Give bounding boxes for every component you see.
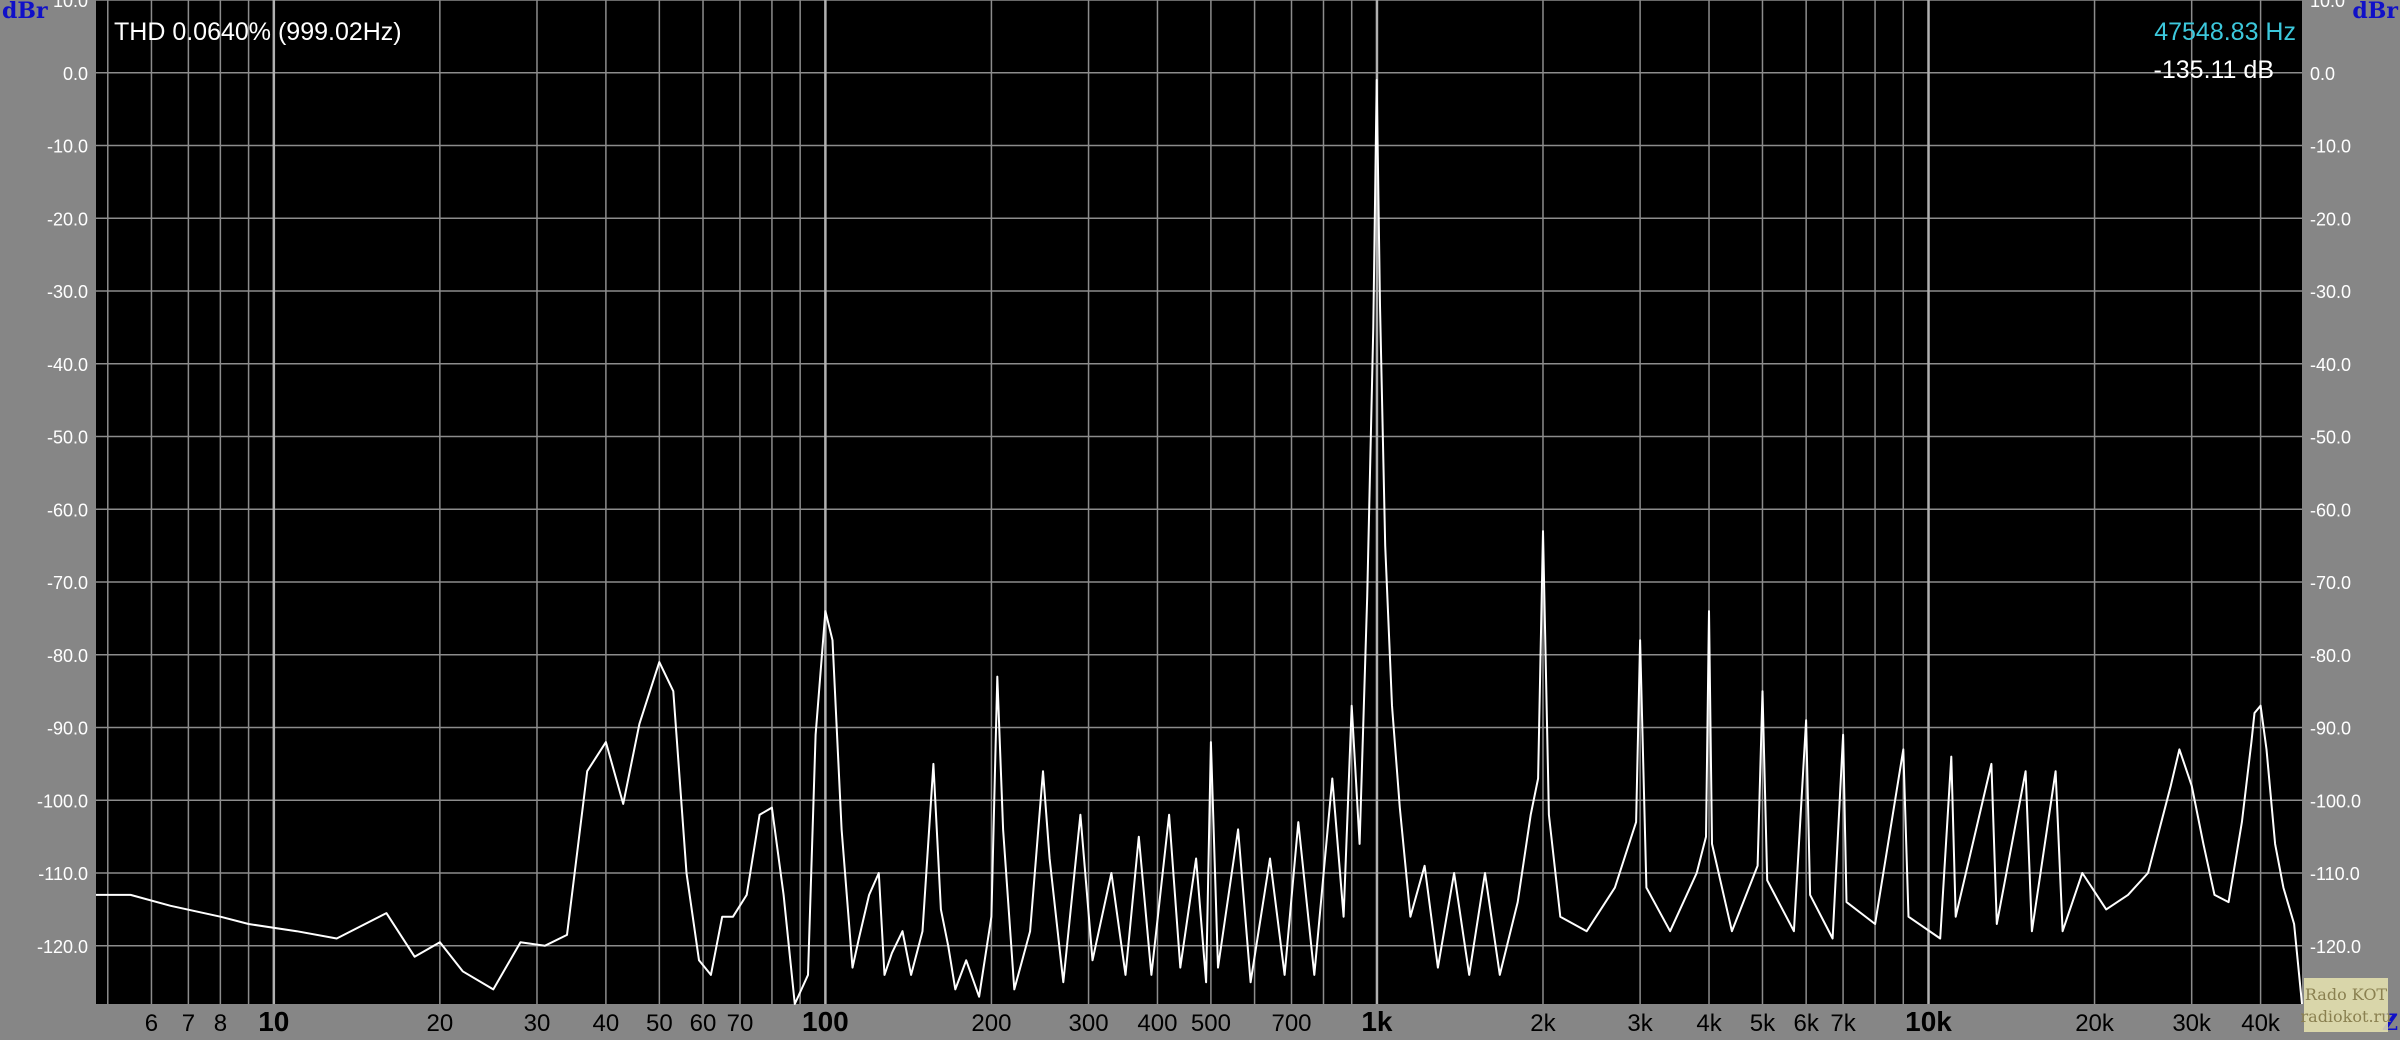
x-tick-24: 20k <box>2075 1010 2115 1037</box>
y-tick-left-13: -120.0 <box>37 937 88 957</box>
x-tick-16: 1k <box>1361 1006 1393 1037</box>
y-tick-left-0: 10.0 <box>53 0 88 11</box>
y-tick-left-1: 0.0 <box>63 64 88 84</box>
x-tick-20: 5k <box>1750 1010 1776 1037</box>
spectrum-analyzer-chart: 10.0 10.0 0.0 0.0 -10.0 -10.0 -20.0 -20.0 -30.0 -… <box>0 0 2400 1040</box>
y-tick-right-4: -30.0 <box>2310 282 2351 302</box>
y-tick-right-1: 0.0 <box>2310 64 2335 84</box>
y-axis-unit-left: dBr <box>2 0 48 24</box>
y-tick-right-9: -80.0 <box>2310 646 2351 666</box>
y-tick-left-7: -60.0 <box>47 500 88 520</box>
radiokot-watermark-logo: Rado KOT radiokot.ru <box>2301 978 2392 1032</box>
y-tick-right-11: -100.0 <box>2310 791 2361 811</box>
y-tick-left-4: -30.0 <box>47 282 88 302</box>
y-tick-left-11: -100.0 <box>37 791 88 811</box>
x-tick-2: 8 <box>214 1010 227 1037</box>
x-tick-22: 7k <box>1830 1010 1856 1037</box>
x-tick-0: 6 <box>145 1010 158 1037</box>
watermark-line-1: Rado KOT <box>2305 985 2388 1004</box>
y-tick-left-12: -110.0 <box>38 864 88 884</box>
y-tick-left-2: -10.0 <box>47 137 88 157</box>
x-tick-7: 50 <box>646 1010 673 1037</box>
thd-readout: THD 0.0640% (999.02Hz) <box>114 18 402 46</box>
x-tick-1: 7 <box>182 1010 195 1037</box>
x-tick-21: 6k <box>1793 1010 1819 1037</box>
x-tick-11: 200 <box>971 1010 1011 1037</box>
x-tick-14: 500 <box>1191 1010 1231 1037</box>
y-tick-right-5: -40.0 <box>2310 355 2351 375</box>
x-tick-15: 700 <box>1271 1010 1311 1037</box>
x-tick-26: 40k <box>2241 1010 2281 1037</box>
cursor-level-readout: -135.11 dB <box>2154 56 2274 84</box>
x-tick-3: 10 <box>258 1006 289 1037</box>
x-tick-5: 30 <box>524 1010 551 1037</box>
y-tick-right-12: -110.0 <box>2310 864 2360 884</box>
x-tick-9: 70 <box>727 1010 754 1037</box>
x-tick-17: 2k <box>1530 1010 1556 1037</box>
y-tick-left-5: -40.0 <box>47 355 88 375</box>
y-tick-left-8: -70.0 <box>47 573 88 593</box>
cursor-frequency-readout: 47548.83 Hz <box>2154 18 2296 46</box>
y-tick-right-3: -20.0 <box>2310 209 2351 229</box>
x-tick-25: 30k <box>2172 1010 2212 1037</box>
y-tick-left-10: -90.0 <box>47 719 88 739</box>
y-tick-right-0: 10.0 <box>2310 0 2345 11</box>
x-tick-12: 300 <box>1069 1010 1109 1037</box>
x-tick-8: 60 <box>690 1010 717 1037</box>
y-axis-unit-right: dBr <box>2352 0 2398 24</box>
y-tick-left-3: -20.0 <box>47 209 88 229</box>
y-tick-right-7: -60.0 <box>2310 500 2351 520</box>
y-tick-right-2: -10.0 <box>2310 137 2351 157</box>
y-tick-left-6: -50.0 <box>47 428 88 448</box>
watermark-line-2: radiokot.ru <box>2301 1007 2392 1026</box>
y-tick-right-10: -90.0 <box>2310 719 2351 739</box>
y-tick-right-6: -50.0 <box>2310 428 2351 448</box>
x-tick-13: 400 <box>1137 1010 1177 1037</box>
y-tick-right-8: -70.0 <box>2310 573 2351 593</box>
x-tick-19: 4k <box>1696 1010 1722 1037</box>
x-tick-23: 10k <box>1905 1006 1952 1037</box>
x-tick-18: 3k <box>1627 1010 1653 1037</box>
y-tick-left-9: -80.0 <box>47 646 88 666</box>
x-tick-10: 100 <box>802 1006 849 1037</box>
x-tick-4: 20 <box>427 1010 454 1037</box>
y-tick-right-13: -120.0 <box>2310 937 2361 957</box>
x-tick-6: 40 <box>593 1010 620 1037</box>
